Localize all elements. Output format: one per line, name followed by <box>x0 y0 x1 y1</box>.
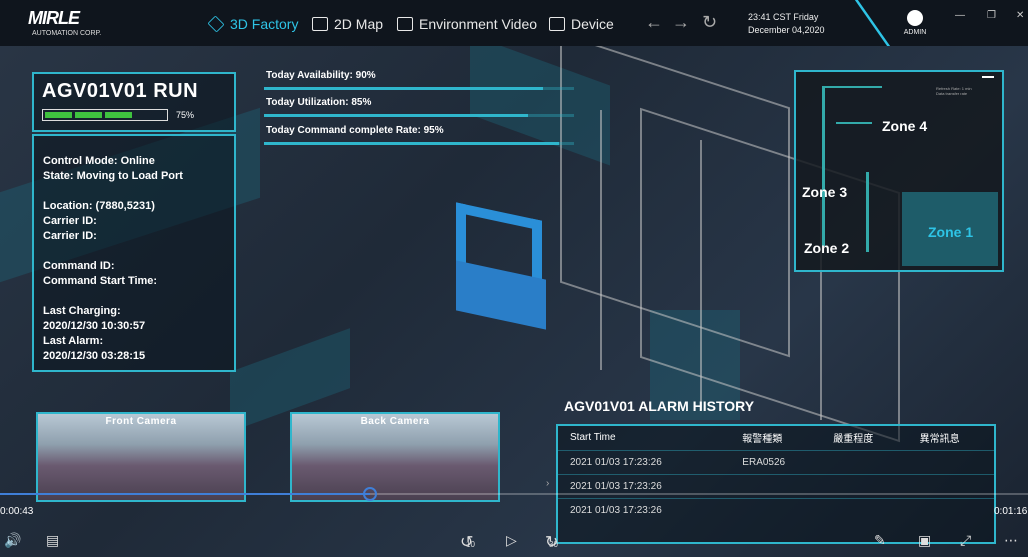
alarm-history-table: Start Time 報警種類 嚴重程度 異常訊息 2021 01/03 17:… <box>556 424 996 544</box>
col-start-time: Start Time <box>570 432 616 444</box>
tab-label: Environment Video <box>419 16 538 32</box>
video-progress-bar[interactable] <box>0 487 1028 501</box>
agv-status-header: AGV01V01 RUN 75% <box>32 72 236 132</box>
fullscreen-icon[interactable]: ⤢ <box>960 532 971 549</box>
zone-1-label: Zone 1 <box>928 224 974 240</box>
tab-environment-video[interactable]: Environment Video <box>397 14 537 34</box>
tab-device[interactable]: Device <box>549 14 614 34</box>
stat-command-rate: Today Command complete Rate: 95% <box>266 125 444 136</box>
stat-utilization-bar <box>264 114 528 117</box>
refresh-icon[interactable]: ↻ <box>702 12 717 33</box>
captions-icon[interactable]: ▤ <box>46 532 59 549</box>
close-icon[interactable]: ✕ <box>1016 10 1024 21</box>
tab-3d-factory[interactable]: 3D Factory <box>207 14 299 34</box>
tab-label: 3D Factory <box>230 16 299 32</box>
video-icon <box>397 17 413 31</box>
command-id: Command ID: <box>43 260 115 272</box>
logo-subtext: AUTOMATION CORP. <box>32 30 102 37</box>
user-avatar-icon <box>907 10 923 26</box>
zone-2-label: Zone 2 <box>804 240 850 256</box>
stat-availability: Today Availability: 90% <box>266 70 376 81</box>
agv-state: State: Moving to Load Port <box>43 170 183 182</box>
carrier-id-1: Carrier ID: <box>43 215 97 227</box>
stat-command-rate-bar <box>264 142 559 145</box>
video-total-time: 0:01:16 <box>994 506 1028 517</box>
skip-back-seconds: 10 <box>466 540 475 549</box>
stat-availability-bar <box>264 87 543 90</box>
stat-utilization: Today Utilization: 85% <box>266 97 372 108</box>
col-alarm-type: 報警種類 <box>742 434 783 446</box>
tab-label: 2D Map <box>334 16 384 32</box>
more-options-icon[interactable]: ⋯ <box>1004 532 1018 549</box>
minimap-legend: Refresh Rate: 1 min Data transfer rate <box>936 86 972 96</box>
last-charging-label: Last Charging: <box>43 305 121 317</box>
carrier-id-2: Carrier ID: <box>43 230 97 242</box>
last-alarm-value: 2020/12/30 03:28:15 <box>43 350 146 362</box>
last-charging-value: 2020/12/30 10:30:57 <box>43 320 146 332</box>
back-arrow-icon[interactable]: ← <box>645 12 663 33</box>
skip-forward-seconds: 30 <box>549 540 558 549</box>
map-icon <box>312 17 328 31</box>
control-mode: Control Mode: Online <box>43 155 155 167</box>
mirle-logo: MIRLE AUTOMATION CORP. <box>28 8 102 40</box>
miniplayer-icon[interactable]: ▣ <box>918 532 931 549</box>
front-camera-label: Front Camera <box>105 416 177 427</box>
app-root: MIRLE AUTOMATION CORP. 3D Factory 2D Map… <box>0 0 1028 557</box>
battery-bar <box>42 109 168 121</box>
col-message: 異常訊息 <box>919 434 960 446</box>
front-camera-feed[interactable]: Front Camera <box>36 412 246 502</box>
battery-percent: 75% <box>176 110 195 120</box>
zone-4-label: Zone 4 <box>882 118 928 134</box>
tab-label: Device <box>571 16 614 32</box>
zone-3-label: Zone 3 <box>802 184 848 200</box>
maximize-icon[interactable]: ❐ <box>987 10 996 21</box>
device-icon <box>549 17 565 31</box>
video-elapsed-time: 0:00:43 <box>0 506 34 517</box>
table-row[interactable]: 2021 01/03 17:23:26 ERA0526 <box>558 449 994 474</box>
clock: 23:41 CST Friday December 04,2020 <box>748 11 825 37</box>
video-progress-knob[interactable] <box>363 487 378 501</box>
play-icon[interactable]: ▷ <box>506 532 517 549</box>
agv-title: AGV01V01 RUN <box>42 80 199 102</box>
command-start-time: Command Start Time: <box>43 275 158 287</box>
video-progress-fill <box>0 493 371 495</box>
battery-fill <box>45 112 135 118</box>
table-row[interactable]: 2021 01/03 17:23:26 <box>558 497 994 522</box>
cube-icon <box>207 15 225 33</box>
back-camera-label: Back Camera <box>360 416 430 427</box>
header-accent <box>817 0 891 46</box>
last-alarm-label: Last Alarm: <box>43 335 104 347</box>
clock-date: December 04,2020 <box>748 25 825 35</box>
tab-2d-map[interactable]: 2D Map <box>312 14 383 34</box>
chevron-right-icon[interactable]: › <box>546 478 549 489</box>
alarm-history-title: AGV01V01 ALARM HISTORY <box>564 398 755 414</box>
forward-arrow-icon[interactable]: → <box>672 12 690 33</box>
back-camera-feed[interactable]: Back Camera <box>290 412 500 502</box>
volume-icon[interactable]: 🔊 <box>4 532 21 549</box>
pen-icon[interactable]: ✎ <box>874 532 886 549</box>
agv-info-panel: Control Mode: Online State: Moving to Lo… <box>32 134 236 372</box>
minimize-icon[interactable]: — <box>955 10 965 21</box>
user-name: ADMIN <box>903 29 927 36</box>
col-severity: 嚴重程度 <box>833 434 874 446</box>
top-nav-bar: MIRLE AUTOMATION CORP. 3D Factory 2D Map… <box>0 0 1028 46</box>
agv-location: Location: (7880,5231) <box>43 200 155 212</box>
minimap-collapse-icon[interactable] <box>982 76 994 78</box>
clock-time: 23:41 CST Friday <box>748 12 819 22</box>
user-menu[interactable]: ADMIN <box>900 10 930 36</box>
logo-text: MIRLE <box>28 8 80 28</box>
agv-3d-model[interactable] <box>456 202 546 341</box>
zone-minimap[interactable]: Refresh Rate: 1 min Data transfer rate Zo… <box>794 70 1004 272</box>
